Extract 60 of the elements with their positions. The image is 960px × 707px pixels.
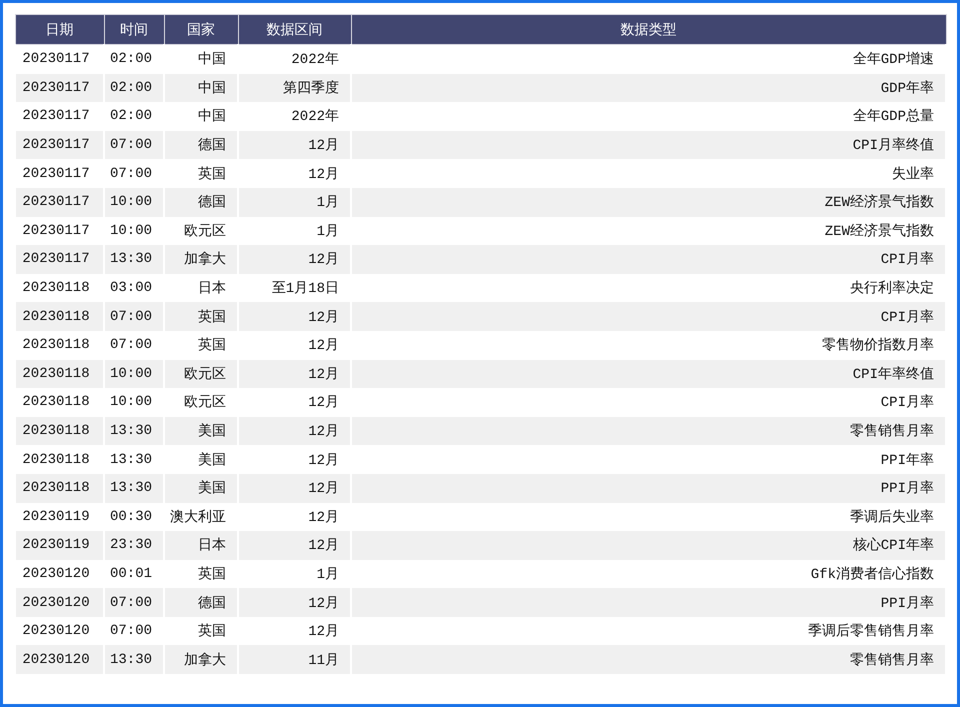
table-cell: 12月	[238, 416, 351, 446]
table-cell: 20230117	[15, 188, 104, 217]
table-cell: 13:30	[104, 474, 164, 502]
table-cell: 20230120	[15, 588, 104, 617]
table-cell: 零售销售月率	[351, 645, 946, 674]
table-cell: 20230118	[15, 360, 104, 388]
table-cell: 07:00	[104, 302, 164, 331]
table-cell: 日本	[164, 531, 238, 560]
table-cell: 13:30	[104, 245, 164, 274]
table-cell: 10:00	[104, 360, 164, 388]
table-cell: 20230118	[15, 474, 104, 502]
table-cell: 23:30	[104, 531, 164, 560]
table-cell: 07:00	[104, 130, 164, 160]
table-cell: 20230117	[15, 245, 104, 274]
column-header: 数据类型	[351, 14, 946, 44]
table-cell: 核心CPI年率	[351, 531, 946, 560]
table-cell: CPI月率终值	[351, 130, 946, 160]
table-cell: 12月	[238, 360, 351, 388]
table-cell: 20230118	[15, 416, 104, 446]
table-cell: CPI月率	[351, 245, 946, 274]
table-cell: 02:00	[104, 74, 164, 102]
table-cell: CPI月率	[351, 302, 946, 331]
table-cell: 20230117	[15, 130, 104, 160]
table-cell: 13:30	[104, 416, 164, 446]
table-cell: 零售销售月率	[351, 416, 946, 446]
table-cell: 美国	[164, 474, 238, 502]
table-cell: 加拿大	[164, 245, 238, 274]
table-cell: 12月	[238, 302, 351, 331]
table-cell: 12月	[238, 245, 351, 274]
column-header: 国家	[164, 14, 238, 44]
table-cell: 11月	[238, 645, 351, 674]
table-cell: 20230117	[15, 74, 104, 102]
table-cell: 10:00	[104, 188, 164, 217]
table-cell: 20230120	[15, 645, 104, 674]
table-cell: 德国	[164, 130, 238, 160]
table-cell: 美国	[164, 416, 238, 446]
table-cell: PPI月率	[351, 474, 946, 502]
table-cell: PPI月率	[351, 588, 946, 617]
table-cell: 1月	[238, 188, 351, 217]
table-cell: 12月	[238, 130, 351, 160]
table-cell: 欧元区	[164, 360, 238, 388]
table-cell: 12月	[238, 474, 351, 502]
table-cell: 德国	[164, 188, 238, 217]
table-cell: 07:00	[104, 588, 164, 617]
table-cell: 20230118	[15, 302, 104, 331]
table-cell: ZEW经济景气指数	[351, 188, 946, 217]
column-header: 日期	[15, 14, 104, 44]
column-header: 数据区间	[238, 14, 351, 44]
table-cell: 英国	[164, 302, 238, 331]
table-cell: CPI年率终值	[351, 360, 946, 388]
table-cell: GDP年率	[351, 74, 946, 102]
table-cell: 加拿大	[164, 645, 238, 674]
table-cell: 德国	[164, 588, 238, 617]
table-cell: 20230119	[15, 531, 104, 560]
table-cell: 13:30	[104, 645, 164, 674]
table-cell: 第四季度	[238, 74, 351, 102]
table-cell: 12月	[238, 588, 351, 617]
column-header: 时间	[104, 14, 164, 44]
table-cell: 12月	[238, 531, 351, 560]
table-cell: 中国	[164, 74, 238, 102]
